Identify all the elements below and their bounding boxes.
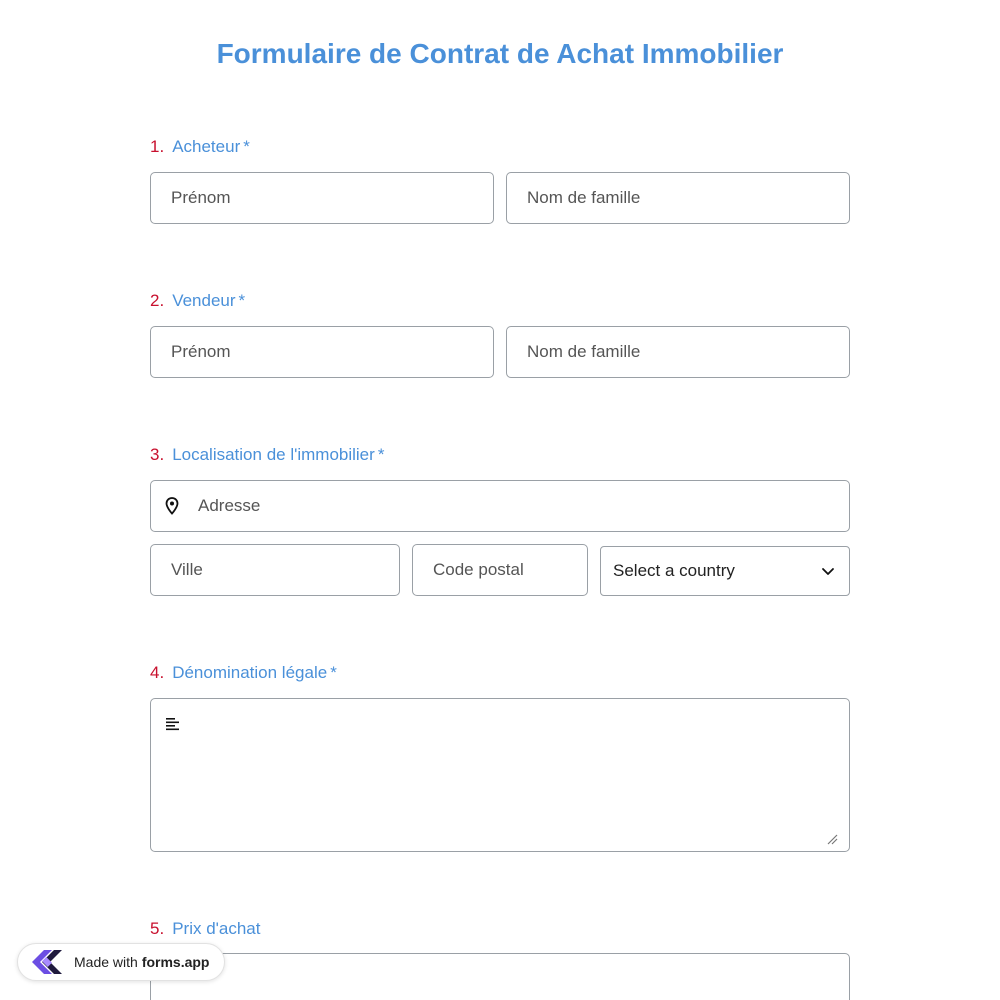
legal-name-textarea[interactable]: [150, 698, 850, 852]
question-label-legal-name: 4. Dénomination légale *: [150, 663, 337, 683]
seller-first-name-input[interactable]: [150, 326, 494, 378]
resize-handle-icon[interactable]: [826, 832, 838, 850]
question-title: Prix d'achat: [172, 919, 261, 938]
required-mark: *: [330, 663, 337, 682]
badge-made-with-text: Made with: [74, 954, 138, 970]
map-pin-icon: [165, 497, 179, 520]
question-title: Localisation de l'immobilier: [172, 445, 375, 464]
question-number: 4.: [150, 663, 165, 682]
text-lines-icon: [165, 717, 181, 736]
made-with-badge[interactable]: Made with forms.app: [17, 943, 225, 981]
question-number: 3.: [150, 445, 165, 464]
city-input[interactable]: [150, 544, 400, 596]
question-title: Acheteur: [172, 137, 241, 156]
required-mark: *: [377, 445, 385, 464]
question-label-price: 5. Prix d'achat: [150, 919, 260, 939]
address-input[interactable]: [150, 480, 850, 532]
form-page: Formulaire de Contrat de Achat Immobilie…: [0, 0, 1000, 1000]
question-label-buyer: 1. Acheteur *: [150, 137, 250, 157]
country-select-value: Select a country: [613, 561, 735, 580]
badge-brand-text: forms.app: [141, 954, 210, 970]
form-title: Formulaire de Contrat de Achat Immobilie…: [216, 38, 784, 69]
question-number: 2.: [150, 291, 165, 310]
buyer-first-name-input[interactable]: [150, 172, 494, 224]
required-mark: *: [238, 291, 246, 310]
question-label-location: 3. Localisation de l'immobilier *: [150, 445, 384, 465]
required-mark: *: [243, 137, 250, 156]
question-label-seller: 2. Vendeur *: [150, 291, 245, 311]
country-select[interactable]: Select a country: [600, 546, 850, 596]
question-title: Dénomination légale: [172, 663, 328, 682]
seller-last-name-input[interactable]: [506, 326, 850, 378]
buyer-last-name-input[interactable]: [506, 172, 850, 224]
question-number: 1.: [150, 137, 165, 156]
question-title: Vendeur: [172, 291, 236, 310]
question-number: 5.: [150, 919, 165, 938]
chevron-down-icon: [821, 561, 835, 581]
forms-app-logo: [28, 947, 66, 977]
postal-code-input[interactable]: [412, 544, 588, 596]
price-input[interactable]: [150, 953, 850, 1000]
